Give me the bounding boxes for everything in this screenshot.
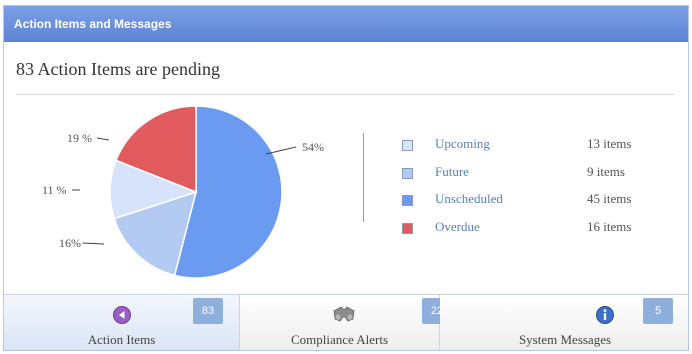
pending-summary: 83 Action Items are pending (16, 59, 220, 79)
tab-badge: 83 (193, 298, 223, 324)
legend-item-future: Future 9 items (402, 163, 652, 191)
legend-count: 9 items (587, 163, 625, 179)
tab-label: Compliance Alerts (290, 332, 389, 347)
pie-leader-line (82, 242, 105, 245)
tab-action-items[interactable]: 83 Action Items (4, 295, 240, 350)
legend-swatch-unscheduled (402, 195, 413, 206)
widget-title: Action Items and Messages (4, 6, 688, 42)
pie-label-overdue: 19 % (67, 131, 92, 145)
arrow-circle-icon (113, 306, 131, 324)
tab-bar: 83 Action Items 22 Compliance Alerts 5 S… (4, 294, 688, 350)
pie-label-future: 16% (59, 236, 81, 250)
legend-item-unscheduled: Unscheduled 45 items (402, 190, 652, 218)
binoculars-icon (333, 306, 355, 322)
pie-leader-line (96, 137, 110, 141)
legend-swatch-future (402, 167, 413, 179)
tab-compliance-alerts[interactable]: 22 Compliance Alerts (240, 295, 452, 350)
legend-label: Upcoming (435, 136, 490, 151)
tab-label: System Messages (518, 332, 612, 347)
action-items-widget: Action Items and Messages 83 Action Item… (3, 5, 689, 351)
summary-divider (16, 94, 674, 95)
legend-item-overdue: Overdue 16 items (402, 218, 652, 246)
pie-label-unscheduled: 54% (302, 140, 324, 154)
chart-legend: Upcoming 13 items Future 9 items Unsched… (402, 135, 652, 245)
legend-label: Unscheduled (435, 191, 503, 206)
pie-chart: 54% 16% 11 % 19 % (42, 105, 324, 279)
legend-count: 45 items (587, 191, 632, 206)
tab-system-messages[interactable]: 5 System Messages (440, 295, 688, 350)
legend-label: Overdue (435, 218, 480, 234)
legend-swatch-upcoming (402, 140, 413, 151)
legend-count: 13 items (587, 136, 632, 151)
tab-badge: 5 (643, 298, 673, 324)
chart-legend-divider (363, 133, 364, 222)
legend-label: Future (435, 163, 469, 179)
legend-count: 16 items (587, 218, 632, 234)
pie-label-upcoming: 11 % (42, 183, 67, 197)
legend-item-upcoming: Upcoming 13 items (402, 135, 652, 163)
legend-swatch-overdue (402, 222, 413, 234)
info-icon (596, 306, 614, 324)
tab-label: Action Items (87, 332, 156, 347)
